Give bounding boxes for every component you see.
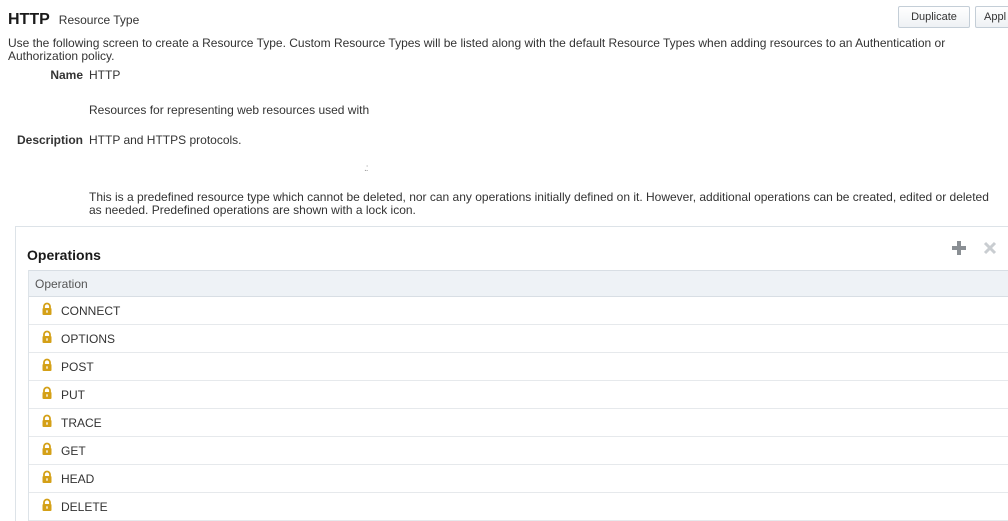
operation-label: HEAD (61, 471, 95, 486)
description-line-2: HTTP and HTTPS protocols. (89, 133, 242, 147)
page-subtitle: Resource Type (58, 13, 140, 27)
lock-icon (29, 330, 61, 347)
table-row[interactable]: TRACE (29, 409, 1008, 437)
plus-icon[interactable] (951, 240, 967, 256)
table-row[interactable]: OPTIONS (29, 325, 1008, 353)
table-row[interactable]: POST (29, 353, 1008, 381)
operation-label: CONNECT (61, 303, 121, 318)
name-label: Name (50, 68, 83, 82)
name-value: HTTP (89, 68, 121, 82)
lock-icon (29, 414, 61, 431)
operations-title: Operations (27, 247, 101, 263)
lock-icon (29, 442, 61, 459)
lock-icon (29, 470, 61, 487)
intro-text: Use the following screen to create a Res… (8, 36, 946, 63)
operation-column-header[interactable]: Operation (29, 270, 1008, 297)
operations-rows: CONNECT OPTIONS POST PUT TRACE GET HEAD DELETE (29, 297, 1008, 521)
operation-label: GET (61, 443, 86, 458)
resize-grip-icon[interactable]: .: (364, 163, 368, 174)
apply-button[interactable]: Appl (975, 6, 1008, 28)
operations-panel: Operations Operation CONNECT OPTIONS POST P… (15, 226, 1008, 521)
table-row[interactable]: PUT (29, 381, 1008, 409)
table-row[interactable]: HEAD (29, 465, 1008, 493)
description-line-1: Resources for representing web resources… (89, 103, 370, 117)
page-header: HTTP Resource Type (8, 11, 139, 29)
lock-icon (29, 386, 61, 403)
table-row[interactable]: CONNECT (29, 297, 1008, 325)
table-row[interactable]: GET (29, 437, 1008, 465)
lock-icon (29, 302, 61, 319)
x-icon[interactable] (982, 240, 998, 256)
operation-label: TRACE (61, 415, 102, 430)
lock-icon (29, 358, 61, 375)
description-label: Description (16, 133, 83, 147)
operation-label: OPTIONS (61, 331, 116, 346)
operation-label: POST (61, 359, 94, 374)
duplicate-button[interactable]: Duplicate (898, 6, 970, 28)
operations-table: Operation CONNECT OPTIONS POST PUT TRACE GET H… (28, 270, 1008, 521)
operation-label: DELETE (61, 499, 108, 514)
lock-icon (29, 498, 61, 515)
description-textarea[interactable]: Resources for representing web resources… (87, 97, 387, 177)
operation-label: PUT (61, 387, 85, 402)
page-title: HTTP (8, 11, 50, 28)
table-row[interactable]: DELETE (29, 493, 1008, 521)
resource-type-page: HTTP Resource Type Duplicate Appl Use th… (0, 0, 1008, 521)
predefined-note: This is a predefined resource type which… (89, 190, 989, 217)
